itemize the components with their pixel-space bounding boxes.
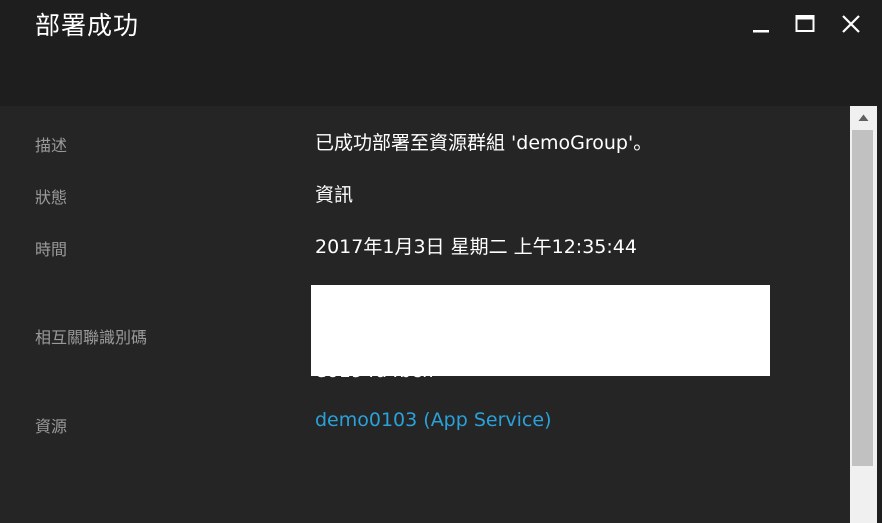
scroll-up-button[interactable] — [850, 106, 877, 128]
details-panel: 描述 已成功部署至資源群組 'demoGroup'。 狀態 資訊 時間 2017… — [0, 106, 850, 523]
status-value: 資訊 — [315, 184, 354, 206]
vertical-scrollbar[interactable] — [850, 106, 877, 523]
status-label: 狀態 — [35, 188, 68, 207]
maximize-icon — [795, 15, 815, 32]
redaction-box — [311, 285, 770, 376]
close-icon — [842, 15, 860, 33]
description-label: 描述 — [35, 136, 68, 155]
description-value: 已成功部署至資源群組 'demoGroup'。 — [315, 132, 653, 154]
scroll-up-arrow-icon — [858, 114, 869, 121]
minimize-icon — [753, 30, 769, 33]
resource-label: 資源 — [35, 417, 68, 436]
close-button[interactable] — [837, 10, 865, 38]
scroll-thumb[interactable] — [852, 130, 873, 466]
window-edge — [877, 0, 882, 523]
blade-title: 部署成功 — [35, 11, 140, 40]
deployment-blade: 部署成功 描述 已成功部署至資源群組 'demoGroup'。 狀態 資訊 時間… — [0, 0, 882, 523]
resource-link[interactable]: demo0103 (App Service) — [315, 409, 551, 431]
minimize-button[interactable] — [747, 10, 775, 38]
correlation-label: 相互關聯識別碼 — [35, 328, 148, 347]
blade-header: 部署成功 — [0, 0, 882, 106]
maximize-button[interactable] — [791, 10, 819, 38]
time-value: 2017年1月3日 星期二 上午12:35:44 — [315, 236, 637, 258]
time-label: 時間 — [35, 240, 68, 259]
